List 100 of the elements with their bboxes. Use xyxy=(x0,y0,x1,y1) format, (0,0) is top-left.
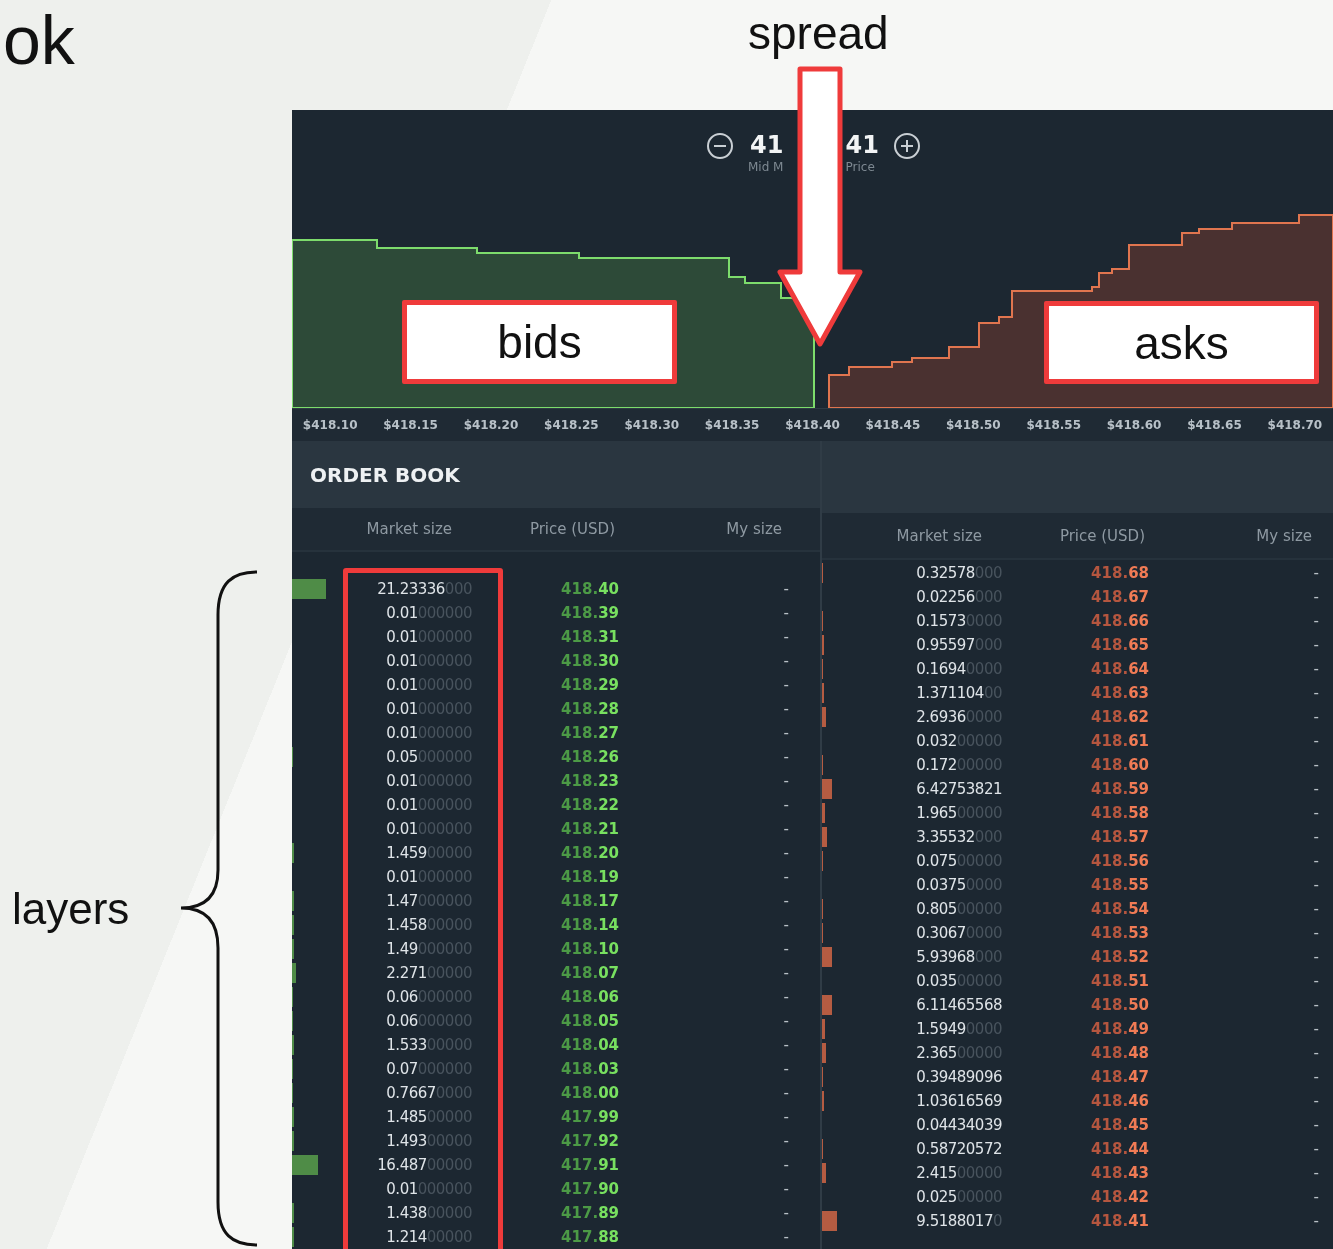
panel-title: ORDER BOOK xyxy=(310,462,460,487)
depth-bar xyxy=(822,827,828,847)
price-cell-text: 418.20 xyxy=(560,844,619,862)
price-cell-text: 418.05 xyxy=(560,1012,619,1030)
my-size-cell-text: - xyxy=(782,676,789,694)
price-cell-text: 418.51 xyxy=(1090,972,1149,990)
my-size-cell-text: - xyxy=(782,988,789,1006)
price-cell-text: 418.07 xyxy=(560,964,619,982)
price-cell-text: 418.31 xyxy=(560,628,619,646)
price-cell-text: 418.28 xyxy=(560,700,619,718)
my-size-cell-text: - xyxy=(1312,852,1319,870)
my-size-cell-text: - xyxy=(782,772,789,790)
price-cell-text: 418.00 xyxy=(560,1084,619,1102)
axis-label: $418.10 xyxy=(301,418,359,432)
price-cell-text: 418.04 xyxy=(560,1036,619,1054)
depth-bar xyxy=(292,1131,295,1151)
depth-bar xyxy=(822,1019,825,1039)
my-size-cell-text: - xyxy=(1312,948,1319,966)
price-cell-text: 418.43 xyxy=(1090,1164,1149,1182)
my-size-cell-text: - xyxy=(1312,588,1319,606)
depth-bar xyxy=(292,963,296,983)
price-cell-text: 418.40 xyxy=(560,580,619,598)
depth-bar xyxy=(292,1155,319,1175)
price-cell-text: 418.41 xyxy=(1090,1212,1149,1230)
price-cell-text: 418.57 xyxy=(1090,828,1149,846)
price-cell-text: 417.90 xyxy=(560,1180,619,1198)
price-cell-text: 417.91 xyxy=(560,1156,619,1174)
my-size-cell-text: - xyxy=(1312,1092,1319,1110)
my-size-cell-text: - xyxy=(782,1036,789,1054)
size-cell-text: 0.16940000 xyxy=(915,660,1002,678)
price-cell-text: 418.19 xyxy=(560,868,619,886)
annotation-box: bids xyxy=(402,300,677,384)
annotation-box: asks xyxy=(1044,301,1319,384)
depth-bar xyxy=(822,707,827,727)
depth-bar xyxy=(292,1035,295,1055)
my-size-cell-text: - xyxy=(782,580,789,598)
annotation-label: spread xyxy=(748,6,889,60)
my-size-cell-text: - xyxy=(782,1132,789,1150)
price-cell-text: 418.62 xyxy=(1090,708,1149,726)
size-cell-text: 21.23336000 xyxy=(376,580,472,598)
axis-label: $418.65 xyxy=(1186,418,1243,432)
mid-price-label: Price xyxy=(845,160,875,174)
axis-label: $418.40 xyxy=(784,418,841,432)
depth-bar xyxy=(292,579,326,599)
price-cell-text: 418.48 xyxy=(1090,1044,1149,1062)
my-size-cell-text: - xyxy=(782,604,789,622)
size-cell-text: 1.03616569 xyxy=(915,1092,1002,1110)
size-cell-text: 1.21400000 xyxy=(385,1228,472,1246)
price-cell-text: 417.88 xyxy=(560,1228,619,1246)
size-cell-text: 0.02256000 xyxy=(915,588,1002,606)
my-size-cell-text: - xyxy=(782,1060,789,1078)
my-size-cell-text: - xyxy=(782,748,789,766)
price-cell-text: 418.49 xyxy=(1090,1020,1149,1038)
my-size-cell-text: - xyxy=(1312,636,1319,654)
price-cell-text: 418.45 xyxy=(1090,1116,1149,1134)
axis-label: $418.15 xyxy=(382,418,439,432)
price-cell-text: 418.42 xyxy=(1090,1188,1149,1206)
price-cell-text: 418.68 xyxy=(1090,564,1149,582)
my-size-cell-text: - xyxy=(782,628,789,646)
depth-bar xyxy=(292,1203,295,1223)
my-size-cell-text: - xyxy=(1312,1068,1319,1086)
my-size-cell-text: - xyxy=(1312,1140,1319,1158)
size-cell-text: 0.06000000 xyxy=(385,1012,472,1030)
my-size-cell-text: - xyxy=(782,868,789,886)
zoom-out-icon[interactable] xyxy=(706,132,734,160)
my-size-cell-text: - xyxy=(782,796,789,814)
slide-title: ok xyxy=(3,2,75,78)
my-size-cell-text: - xyxy=(1312,972,1319,990)
my-size-cell-text: - xyxy=(1312,684,1319,702)
my-size-cell-text: - xyxy=(782,964,789,982)
price-cell-text: 418.26 xyxy=(560,748,619,766)
price-cell-text: 418.59 xyxy=(1090,780,1149,798)
depth-bar xyxy=(822,683,825,703)
price-cell-text: 418.03 xyxy=(560,1060,619,1078)
axis-label: $418.20 xyxy=(462,418,520,432)
depth-bar xyxy=(292,843,295,863)
column-header: My size xyxy=(1255,526,1312,545)
axis-label: $418.60 xyxy=(1105,418,1163,432)
size-cell-text: 0.04434039 xyxy=(915,1116,1002,1134)
depth-bar xyxy=(822,1211,838,1231)
mid-price: 41 xyxy=(750,130,784,160)
price-cell-text: 418.23 xyxy=(560,772,619,790)
my-size-cell-text: - xyxy=(782,1012,789,1030)
my-size-cell-text: - xyxy=(1312,1212,1319,1230)
price-cell-text: 418.44 xyxy=(1090,1140,1149,1158)
axis-label: $418.45 xyxy=(864,418,922,432)
depth-bar xyxy=(292,1107,295,1127)
my-size-cell-text: - xyxy=(1312,924,1319,942)
price-cell-text: 418.64 xyxy=(1090,660,1149,678)
size-cell-text: 6.42753821 xyxy=(915,780,1002,798)
column-header: Market size xyxy=(895,526,982,545)
my-size-cell-text: - xyxy=(1312,756,1319,774)
my-size-cell-text: - xyxy=(782,1108,789,1126)
price-cell-text: 418.39 xyxy=(560,604,619,622)
price-cell-text: 418.21 xyxy=(560,820,619,838)
depth-bar xyxy=(822,947,832,967)
axis-label: $418.35 xyxy=(703,418,761,432)
zoom-in-icon[interactable] xyxy=(892,132,921,160)
axis-label: $418.30 xyxy=(623,418,681,432)
my-size-cell-text: - xyxy=(1312,828,1319,846)
